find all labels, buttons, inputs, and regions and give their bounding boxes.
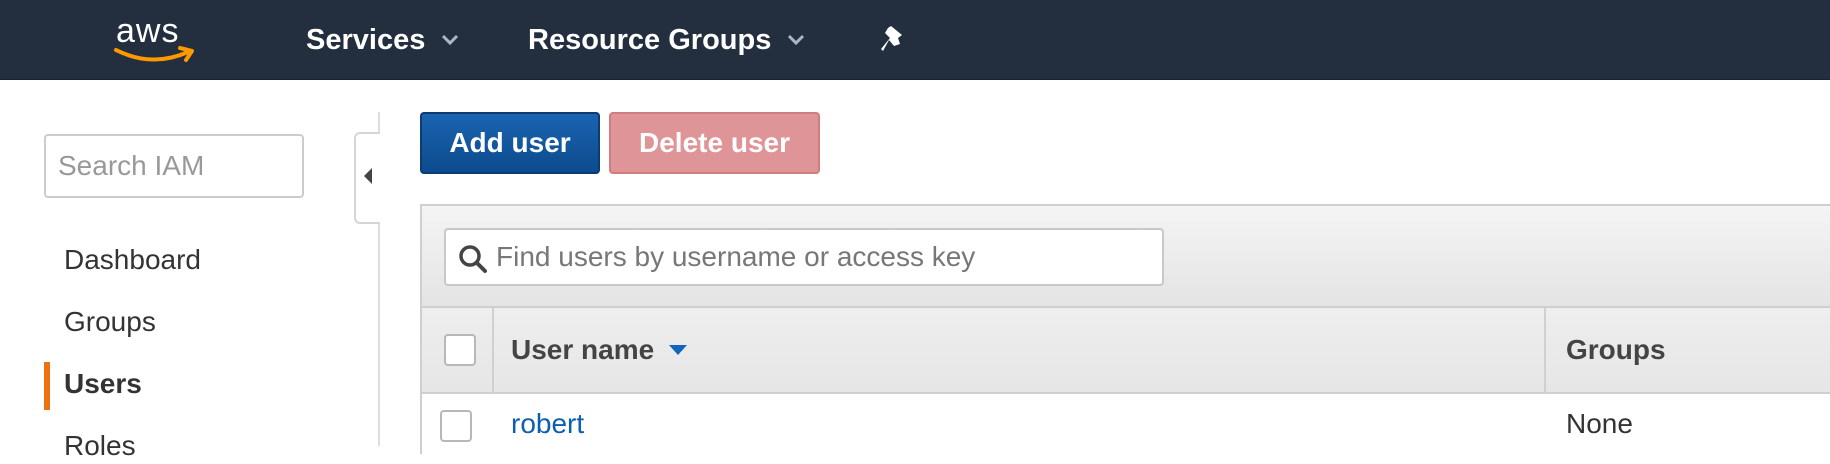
sidebar-item-roles[interactable]: Roles: [64, 430, 136, 462]
column-separator: [492, 308, 494, 394]
column-header-user-name[interactable]: User name: [511, 334, 688, 366]
resource-groups-label: Resource Groups: [528, 23, 772, 56]
table-header-row: User name Groups: [422, 308, 1830, 394]
caret-left-icon: [363, 167, 373, 190]
collapse-sidebar-button[interactable]: [354, 132, 380, 224]
select-all-checkbox[interactable]: [444, 334, 476, 366]
sidebar-item-users[interactable]: Users: [64, 368, 142, 400]
aws-smile-icon: [114, 46, 194, 62]
aws-logo[interactable]: aws: [112, 10, 202, 70]
sidebar-item-dashboard[interactable]: Dashboard: [64, 244, 201, 276]
user-groups-cell: None: [1566, 408, 1633, 439]
services-menu[interactable]: Services: [306, 20, 459, 60]
top-navigation-bar: aws Services Resource Groups: [0, 0, 1830, 80]
table-row[interactable]: robert None: [422, 394, 1830, 464]
delete-user-button[interactable]: Delete user: [609, 112, 820, 174]
sidebar: Dashboard Groups Users Roles: [0, 80, 380, 461]
search-iam-input[interactable]: [44, 134, 304, 198]
column-header-label: User name: [511, 334, 655, 365]
column-header-label: Groups: [1566, 334, 1666, 365]
services-label: Services: [306, 23, 426, 56]
users-table: User name Groups robert None: [420, 204, 1830, 464]
sort-descending-icon: [668, 344, 688, 356]
column-separator: [1544, 308, 1546, 394]
chevron-down-icon: [441, 34, 459, 46]
filter-users-input[interactable]: [496, 236, 1156, 278]
filter-bar: [422, 206, 1830, 308]
resource-groups-menu[interactable]: Resource Groups: [528, 20, 805, 60]
row-checkbox[interactable]: [440, 410, 472, 442]
pin-icon[interactable]: [880, 24, 910, 56]
search-icon: [459, 245, 487, 273]
user-name-link[interactable]: robert: [511, 408, 584, 440]
filter-box[interactable]: [444, 228, 1164, 286]
add-user-button[interactable]: Add user: [420, 112, 600, 174]
chevron-down-icon: [787, 34, 805, 46]
sidebar-item-groups[interactable]: Groups: [64, 306, 156, 338]
column-header-groups[interactable]: Groups: [1566, 334, 1666, 366]
active-indicator: [44, 362, 50, 410]
